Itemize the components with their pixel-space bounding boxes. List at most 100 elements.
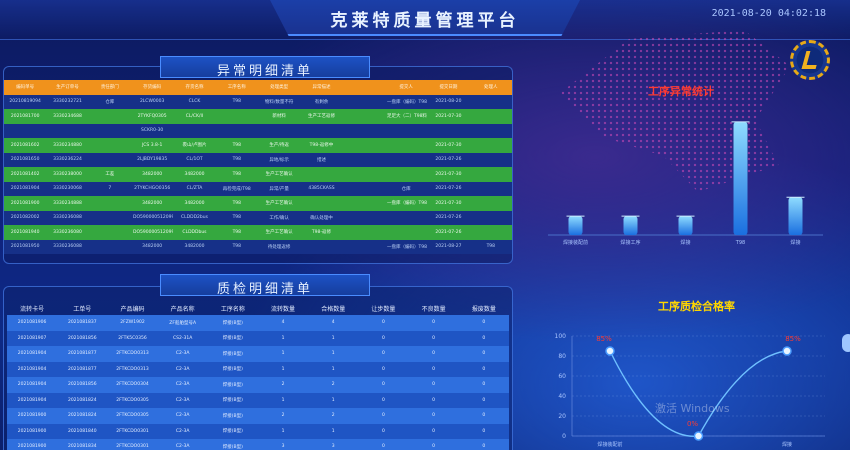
quality-cell: 2FTKCDO0304 bbox=[107, 377, 158, 393]
quality-cell: 0 bbox=[408, 377, 459, 393]
quality-cell: 0 bbox=[408, 315, 459, 331]
abnormal-cell: 2021081900 bbox=[4, 196, 47, 211]
quality-cell: 1 bbox=[257, 330, 309, 346]
abnormal-cell: 裹山/卢图片 bbox=[173, 138, 216, 153]
quality-cell: 0 bbox=[408, 346, 459, 362]
quality-cell: 焊接(B型) bbox=[207, 423, 258, 439]
quality-cell: 2021081907 bbox=[7, 330, 58, 346]
quality-cell: 2021081856 bbox=[57, 330, 108, 346]
abnormal-row[interactable]: 2021081904 3330230068 7 2TYKCHGO0356 CL/ZTA 再… bbox=[4, 181, 512, 196]
quality-row[interactable]: 2021081904 2021081824 2FTKCDO0305 C2-3A 焊接(B… bbox=[7, 392, 509, 408]
windows-watermark: 激活 Windows bbox=[655, 402, 730, 415]
abnormal-cell bbox=[469, 123, 512, 138]
abnormal-cell bbox=[88, 138, 131, 153]
quality-row[interactable]: 2021081904 2021081856 2FTKCDO0304 C2-3A 焊接(B… bbox=[7, 377, 509, 393]
abnormal-cell: 一盘库（编码）T98 bbox=[384, 94, 428, 109]
abnormal-cell bbox=[215, 123, 258, 138]
abnormal-cell bbox=[342, 123, 385, 138]
abnormal-cell: 一盘库（编码）T98 bbox=[384, 196, 428, 211]
bar bbox=[568, 216, 583, 235]
quality-cell: 4 bbox=[257, 315, 309, 331]
quality-col-header: 合格数量 bbox=[321, 305, 346, 313]
abnormal-row[interactable]: SCKR0-30 bbox=[4, 123, 512, 138]
abnormal-cell: 3482000 bbox=[130, 196, 174, 211]
abnormal-row[interactable]: 2021081700 3330234688 2TYKFQ0305 CL/CK/II 新材… bbox=[4, 109, 512, 124]
abnormal-cell bbox=[469, 109, 512, 124]
quality-row[interactable]: 2021081904 2021081877 2FTKCDO0313 C2-3A 焊接(B… bbox=[7, 346, 509, 362]
abnormal-panel: 编码单号 生产订单号 责任部门 存货编码 存货名称 工序名称 处理类型 异常描述 提交人 提交日期… bbox=[3, 66, 513, 264]
abnormal-row[interactable]: 2021081402 3330238000 工差 3482000 3482000 T98 生… bbox=[4, 167, 512, 182]
quality-row[interactable]: 2021081904 2021081877 2FTKCDO0313 C2-3A 焊接(B… bbox=[7, 361, 509, 377]
quality-col-header: 工单号 bbox=[73, 305, 92, 313]
quality-col-header: 让步数量 bbox=[371, 305, 396, 313]
abnormal-cell: 2021-07-26 bbox=[427, 225, 470, 240]
bar-category-label: T98 bbox=[735, 240, 745, 246]
abnormal-cell: DO59000051209907 bbox=[130, 225, 174, 240]
abnormal-cell bbox=[469, 225, 512, 240]
quality-cell: 0 bbox=[358, 392, 409, 408]
abnormal-cell bbox=[384, 225, 428, 240]
abnormal-col-header: 提交人 bbox=[384, 80, 428, 95]
abnormal-row[interactable]: 2021081602 3330234880 JCS 3.8-1 裹山/卢图片 T98 生产… bbox=[4, 138, 512, 153]
abnormal-row[interactable]: 2021081900 3330234888 3482000 3482000 T98 生产工… bbox=[4, 196, 512, 211]
abnormal-col-header: 处理类型 bbox=[257, 80, 301, 95]
abnormal-cell bbox=[300, 167, 343, 182]
quality-cell: 焊接(B型) bbox=[207, 408, 258, 424]
abnormal-cell: 有剩余 bbox=[300, 94, 343, 109]
side-scroll-handle[interactable] bbox=[842, 334, 850, 352]
abnormal-row[interactable]: 20210820023330236088 DO59000051209907CLDD… bbox=[4, 210, 512, 225]
abnormal-cell: CL/1OT bbox=[173, 152, 216, 167]
abnormal-cell bbox=[173, 123, 216, 138]
quality-row[interactable]: 2021081900 2021081834 2FTKCDO0301 C2-3A 焊接(B… bbox=[7, 439, 509, 450]
abnormal-cell: 3482000 bbox=[173, 239, 216, 254]
quality-cell: 2FTKCDO0305 bbox=[107, 408, 158, 424]
quality-cell: C2-3A bbox=[157, 408, 208, 424]
bar bbox=[623, 216, 638, 235]
abnormal-cell bbox=[469, 94, 512, 109]
quality-cell: 焊接(B型) bbox=[207, 377, 258, 393]
abnormal-cell bbox=[88, 152, 131, 167]
quality-cell: 0 bbox=[458, 408, 509, 424]
quality-row[interactable]: 2021081900 2021081824 2FTKCDO0305 C2-3A 焊接(B… bbox=[7, 408, 509, 424]
abnormal-cell: SCKR0-30 bbox=[130, 123, 174, 138]
abnormal-cell bbox=[469, 152, 512, 167]
abnormal-cell: 2021-07-30 bbox=[427, 138, 470, 153]
line-category-label: 焊接 bbox=[782, 441, 792, 448]
datetime: 2021-08-20 04:02:18 bbox=[711, 8, 826, 19]
quality-cell: 1 bbox=[308, 330, 359, 346]
abnormal-cell: 2021081940 bbox=[4, 225, 47, 240]
bar-category-label: 焊接装配前 bbox=[563, 239, 588, 246]
quality-cell: 2021081877 bbox=[57, 361, 108, 377]
abnormal-cell: 3330230068 bbox=[46, 181, 89, 196]
abnormal-cell: CLDDDbus bbox=[173, 225, 216, 240]
abnormal-row[interactable]: 20210819094 3330232721 仓库 2LCW0003 CLCK T98 物料… bbox=[4, 94, 512, 109]
quality-row[interactable]: 2021081906 2021081837 2FZW1902 ZF船舶型号A 焊接(B型… bbox=[7, 315, 509, 331]
abnormal-cell: 措述 bbox=[300, 152, 343, 167]
abnormal-cell: 3330234880 bbox=[46, 138, 89, 153]
bar-category-label: 焊接 bbox=[680, 239, 690, 246]
quality-cell: 2021081824 bbox=[57, 392, 108, 408]
quality-cell: C2-3A bbox=[157, 346, 208, 362]
abnormal-col-header: 生产订单号 bbox=[46, 80, 89, 95]
quality-cell: 0 bbox=[358, 423, 409, 439]
abnormal-row[interactable]: 2021081650 3330236224 2LJBDY19835 CL/1OT T98… bbox=[4, 152, 512, 167]
abnormal-row[interactable]: 2021081950 3330236088 3482000 3482000 T98 待处理… bbox=[4, 239, 512, 254]
abnormal-cell bbox=[88, 196, 131, 211]
quality-row[interactable]: 2021081907 2021081856 2FTK5C0356 CS2-31A 焊接(… bbox=[7, 330, 509, 346]
quality-cell: C2-3A bbox=[157, 392, 208, 408]
abnormal-cell: 2021-07-26 bbox=[427, 152, 470, 167]
abnormal-cell bbox=[88, 239, 131, 254]
abnormal-col-header: 提交日期 bbox=[427, 80, 470, 95]
quality-cell: 2021081856 bbox=[57, 377, 108, 393]
abnormal-cell: 2021081950 bbox=[4, 239, 47, 254]
quality-col-header: 产品名称 bbox=[170, 305, 195, 313]
abnormal-row[interactable]: 20210819403330236080 DO59000051209907CLDD… bbox=[4, 225, 512, 240]
abnormal-cell: 3330232721 bbox=[46, 94, 89, 109]
abnormal-cell bbox=[342, 181, 385, 196]
quality-cell: 2FTK5C0356 bbox=[107, 330, 158, 346]
quality-cell: 0 bbox=[458, 361, 509, 377]
abnormal-cell: CL/CK/II bbox=[173, 109, 216, 124]
quality-cell: 2021081900 bbox=[7, 439, 58, 450]
quality-row[interactable]: 2021081900 2021081840 2FTKCDO0301 C2-3A 焊接(B… bbox=[7, 423, 509, 439]
abnormal-cell: 生产工艺返修 bbox=[300, 109, 343, 124]
